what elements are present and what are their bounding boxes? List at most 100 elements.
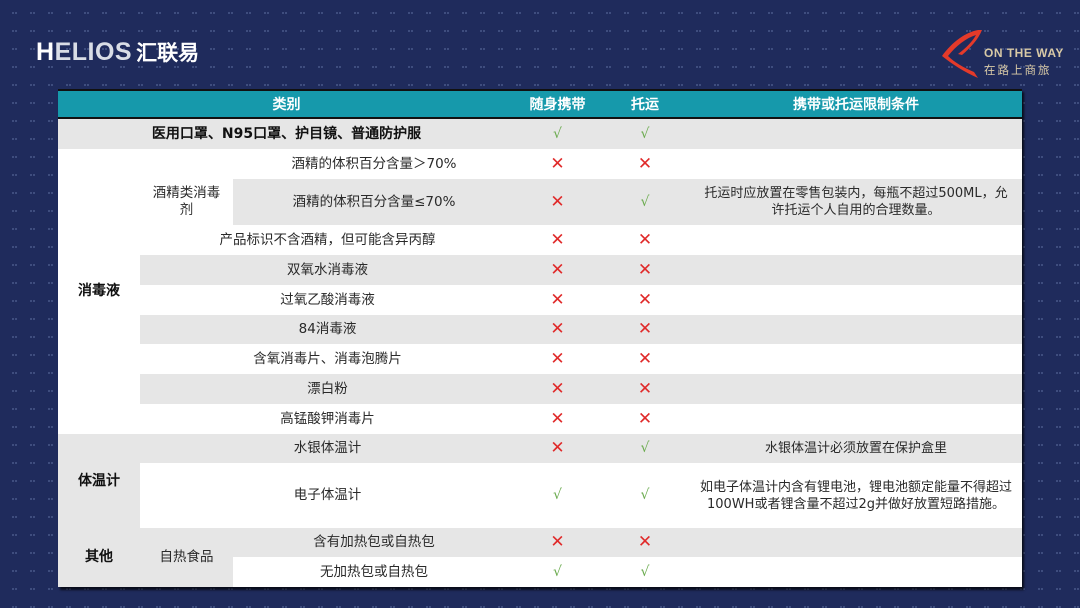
item-cell-text: 电子体温计 [293,487,362,503]
conditions-cell: 如电子体温计内含有锂电池，锂电池额定能量不得超过100WH或者锂含量不超过2g并… [690,463,1022,528]
carry-on-forbidden-icon-text: ✕ [550,229,565,250]
item-cell: 水银体温计 [140,434,515,463]
item-cell: 酒精的体积百分含量≤70% [233,179,515,225]
conditions-cell: 托运时应放置在零售包装内，每瓶不超过500ML，允许托运个人自用的合理数量。 [690,179,1022,225]
carry-on-forbidden-icon-text: ✕ [550,153,565,174]
item-cell-text: 产品标识不含酒精，但可能含异丙醇 [219,231,436,248]
checked-allowed-icon: √ [600,463,690,528]
carry-on-forbidden-icon: ✕ [515,255,600,285]
carry-on-forbidden-icon: ✕ [515,374,600,404]
item-cell: 高锰酸钾消毒片 [140,404,515,434]
checked-forbidden-icon: ✕ [600,528,690,557]
on-the-way-logo: ON THE WAY 在路上商旅 [938,26,1070,80]
item-cell-text: 医用口罩、N95口罩、护目镜、普通防护服 [151,125,422,142]
checked-allowed-icon-text: √ [640,193,650,210]
carry-on-forbidden-icon-text: ✕ [550,378,565,399]
carry-on-forbidden-icon-text: ✕ [550,532,565,552]
checked-forbidden-icon: ✕ [600,374,690,404]
checked-allowed-icon: √ [600,434,690,463]
item-cell: 无加热包或自热包 [233,557,515,587]
carry-on-allowed-icon: √ [515,119,600,149]
checked-forbidden-icon: ✕ [600,404,690,434]
conditions-cell [690,374,1022,404]
group-label: 消毒液 [78,283,120,299]
carry-on-forbidden-icon: ✕ [515,225,600,255]
carry-on-forbidden-icon: ✕ [515,315,600,344]
conditions-cell: 水银体温计必须放置在保护盒里 [690,434,1022,463]
carry-on-forbidden-icon-text: ✕ [550,289,565,310]
checked-forbidden-icon-text: ✕ [637,259,653,280]
carry-on-allowed-icon: √ [515,557,600,587]
carry-on-allowed-icon-text: √ [553,125,562,142]
carry-on-forbidden-icon-text: ✕ [550,408,565,429]
item-cell: 电子体温计 [140,463,515,528]
carry-on-forbidden-icon: ✕ [515,149,600,179]
item-cell-text: 84消毒液 [298,321,357,337]
checked-forbidden-icon: ✕ [600,149,690,179]
conditions-cell [690,225,1022,255]
checked-allowed-icon: √ [600,179,690,225]
checked-forbidden-icon: ✕ [600,225,690,255]
item-cell: 酒精的体积百分含量＞70% [233,149,515,179]
tagline-en: ON THE WAY [984,46,1064,60]
item-cell-text: 水银体温计 [293,440,362,456]
carry-on-forbidden-icon: ✕ [515,404,600,434]
subgroup-self-heating: 自热食品 [140,528,233,587]
item-cell: 双氧水消毒液 [140,255,515,285]
conditions-cell [690,404,1022,434]
item-cell: 过氧乙酸消毒液 [140,285,515,315]
item-cell-text: 无加热包或自热包 [320,563,428,580]
carry-on-forbidden-icon-text: ✕ [550,319,565,339]
helios-name-cn: 汇联易 [136,41,200,65]
conditions-cell [690,149,1022,179]
helios-logo: HELIOS 汇联易 [36,38,199,66]
group-other: 其他 [58,528,140,587]
checked-forbidden-icon-text: ✕ [637,378,653,399]
helios-brand: HELIOS [36,38,132,67]
carry-on-allowed-icon-text: √ [553,487,562,503]
conditions-cell [690,119,1022,149]
tagline-cn: 在路上商旅 [984,63,1052,77]
carry-on-allowed-icon-text: √ [553,563,562,580]
conditions-cell-text: 托运时应放置在零售包装内，每瓶不超过500ML，允许托运个人自用的合理数量。 [704,186,1008,218]
carry-on-forbidden-icon-text: ✕ [550,438,565,458]
table-header: 类别 随身携带 托运 携带或托运限制条件 [58,89,1022,119]
conditions-cell [690,285,1022,315]
checked-allowed-icon-text: √ [640,487,650,503]
item-cell-text: 酒精的体积百分含量≤70% [292,193,456,210]
helios-mark-icon: H [36,37,55,66]
item-cell-text: 含有加热包或自热包 [313,534,435,550]
checked-allowed-icon: √ [600,557,690,587]
subgroup-label: 酒精类消毒剂 [152,185,221,218]
conditions-cell-text: 水银体温计必须放置在保护盒里 [764,441,947,456]
conditions-cell [690,528,1022,557]
checked-allowed-icon-text: √ [640,440,650,456]
checked-forbidden-icon-text: ✕ [637,153,653,174]
carry-on-allowed-icon: √ [515,463,600,528]
checked-forbidden-icon: ✕ [600,285,690,315]
group-label: 其他 [85,549,113,565]
group-label: 体温计 [78,472,120,489]
checked-forbidden-icon-text: ✕ [637,319,653,339]
item-cell-text: 漂白粉 [307,380,348,397]
carry-on-forbidden-icon: ✕ [515,528,600,557]
conditions-cell [690,344,1022,374]
conditions-cell-text: 如电子体温计内含有锂电池，锂电池额定能量不得超过100WH或者锂含量不超过2g并… [699,479,1012,512]
restrictions-table: 类别 随身携带 托运 携带或托运限制条件 消毒液 酒精类消毒剂 体温计 其他 自… [58,89,1022,587]
item-cell-text: 双氧水消毒液 [287,261,368,278]
item-cell-text: 酒精的体积百分含量＞70% [291,155,457,172]
carry-on-forbidden-icon: ✕ [515,285,600,315]
carry-on-forbidden-icon-text: ✕ [550,259,565,280]
checked-forbidden-icon-text: ✕ [637,532,653,552]
checked-forbidden-icon-text: ✕ [637,229,653,250]
item-cell-text: 含氧消毒片、消毒泡腾片 [253,350,402,367]
group-disinfectant: 消毒液 [58,149,140,434]
checked-allowed-icon-text: √ [640,125,650,142]
item-cell-text: 高锰酸钾消毒片 [280,410,375,427]
checked-forbidden-icon: ✕ [600,315,690,344]
checked-allowed-icon-text: √ [640,563,650,580]
conditions-cell [690,315,1022,344]
helios-wordmark: ELIOS [54,37,133,66]
header-conditions: 携带或托运限制条件 [793,97,919,113]
conditions-cell [690,255,1022,285]
